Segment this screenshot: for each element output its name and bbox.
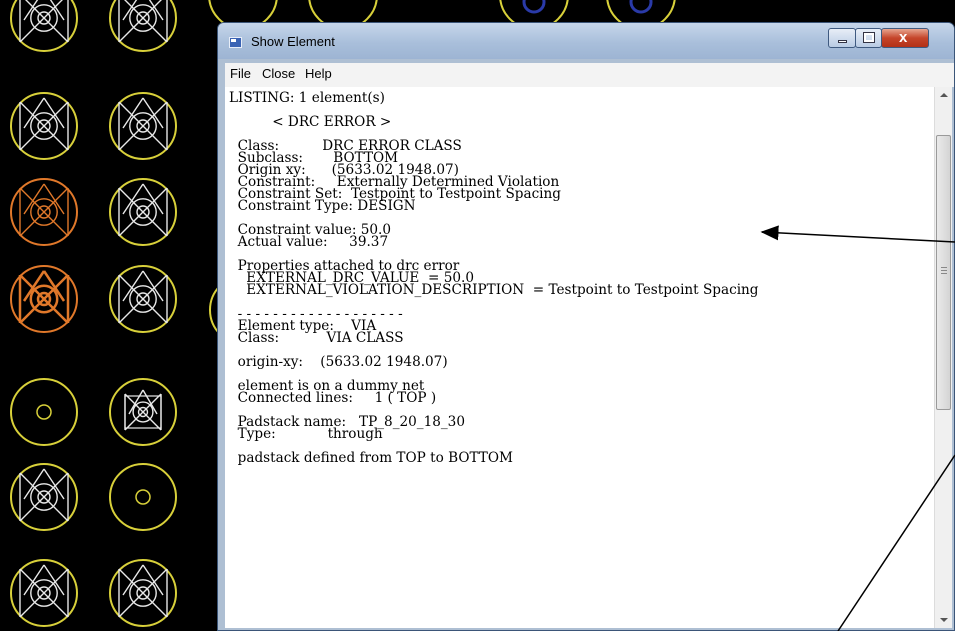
listing-line: LISTING: 1 element(s)	[229, 90, 385, 106]
menu-bar: File Close Help	[225, 63, 954, 87]
listing-line: Class: VIA CLASS	[229, 330, 404, 346]
title-bar[interactable]: Show Element x	[218, 23, 954, 59]
menu-close[interactable]: Close	[262, 66, 295, 81]
close-window-button[interactable]: x	[881, 28, 929, 48]
listing-line: < DRC ERROR >	[229, 114, 392, 130]
listing-line: origin-xy: (5633.02 1948.07)	[229, 354, 448, 370]
listing-line: Constraint Type: DESIGN	[229, 198, 416, 214]
listing-line: EXTERNAL_VIOLATION_DESCRIPTION = Testpoi…	[229, 282, 759, 298]
window-title: Show Element	[251, 34, 335, 49]
scroll-thumb[interactable]	[936, 135, 951, 410]
scroll-down-button[interactable]	[935, 611, 952, 628]
menu-help[interactable]: Help	[305, 66, 332, 81]
vertical-scrollbar[interactable]	[934, 87, 952, 628]
listing-line: Type: through	[229, 426, 383, 442]
arrow-up-icon	[940, 93, 948, 97]
close-icon: x	[899, 29, 908, 46]
show-element-window[interactable]: Show Element x File Close Help LISTING: …	[217, 22, 955, 631]
scroll-up-button[interactable]	[935, 87, 952, 104]
arrow-down-icon	[940, 618, 948, 622]
minimize-button[interactable]	[828, 28, 856, 48]
listing-panel[interactable]: LISTING: 1 element(s) < DRC ERROR > Clas…	[225, 87, 934, 628]
listing-text: LISTING: 1 element(s) < DRC ERROR > Clas…	[225, 87, 934, 466]
listing-line: padstack defined from TOP to BOTTOM	[229, 450, 513, 466]
maximize-button[interactable]	[855, 28, 882, 48]
window-app-icon	[229, 37, 242, 48]
grip-icon	[941, 267, 947, 276]
listing-line: Connected lines: 1 ( TOP )	[229, 390, 437, 406]
menu-file[interactable]: File	[230, 66, 251, 81]
listing-line: Actual value: 39.37	[229, 234, 389, 250]
